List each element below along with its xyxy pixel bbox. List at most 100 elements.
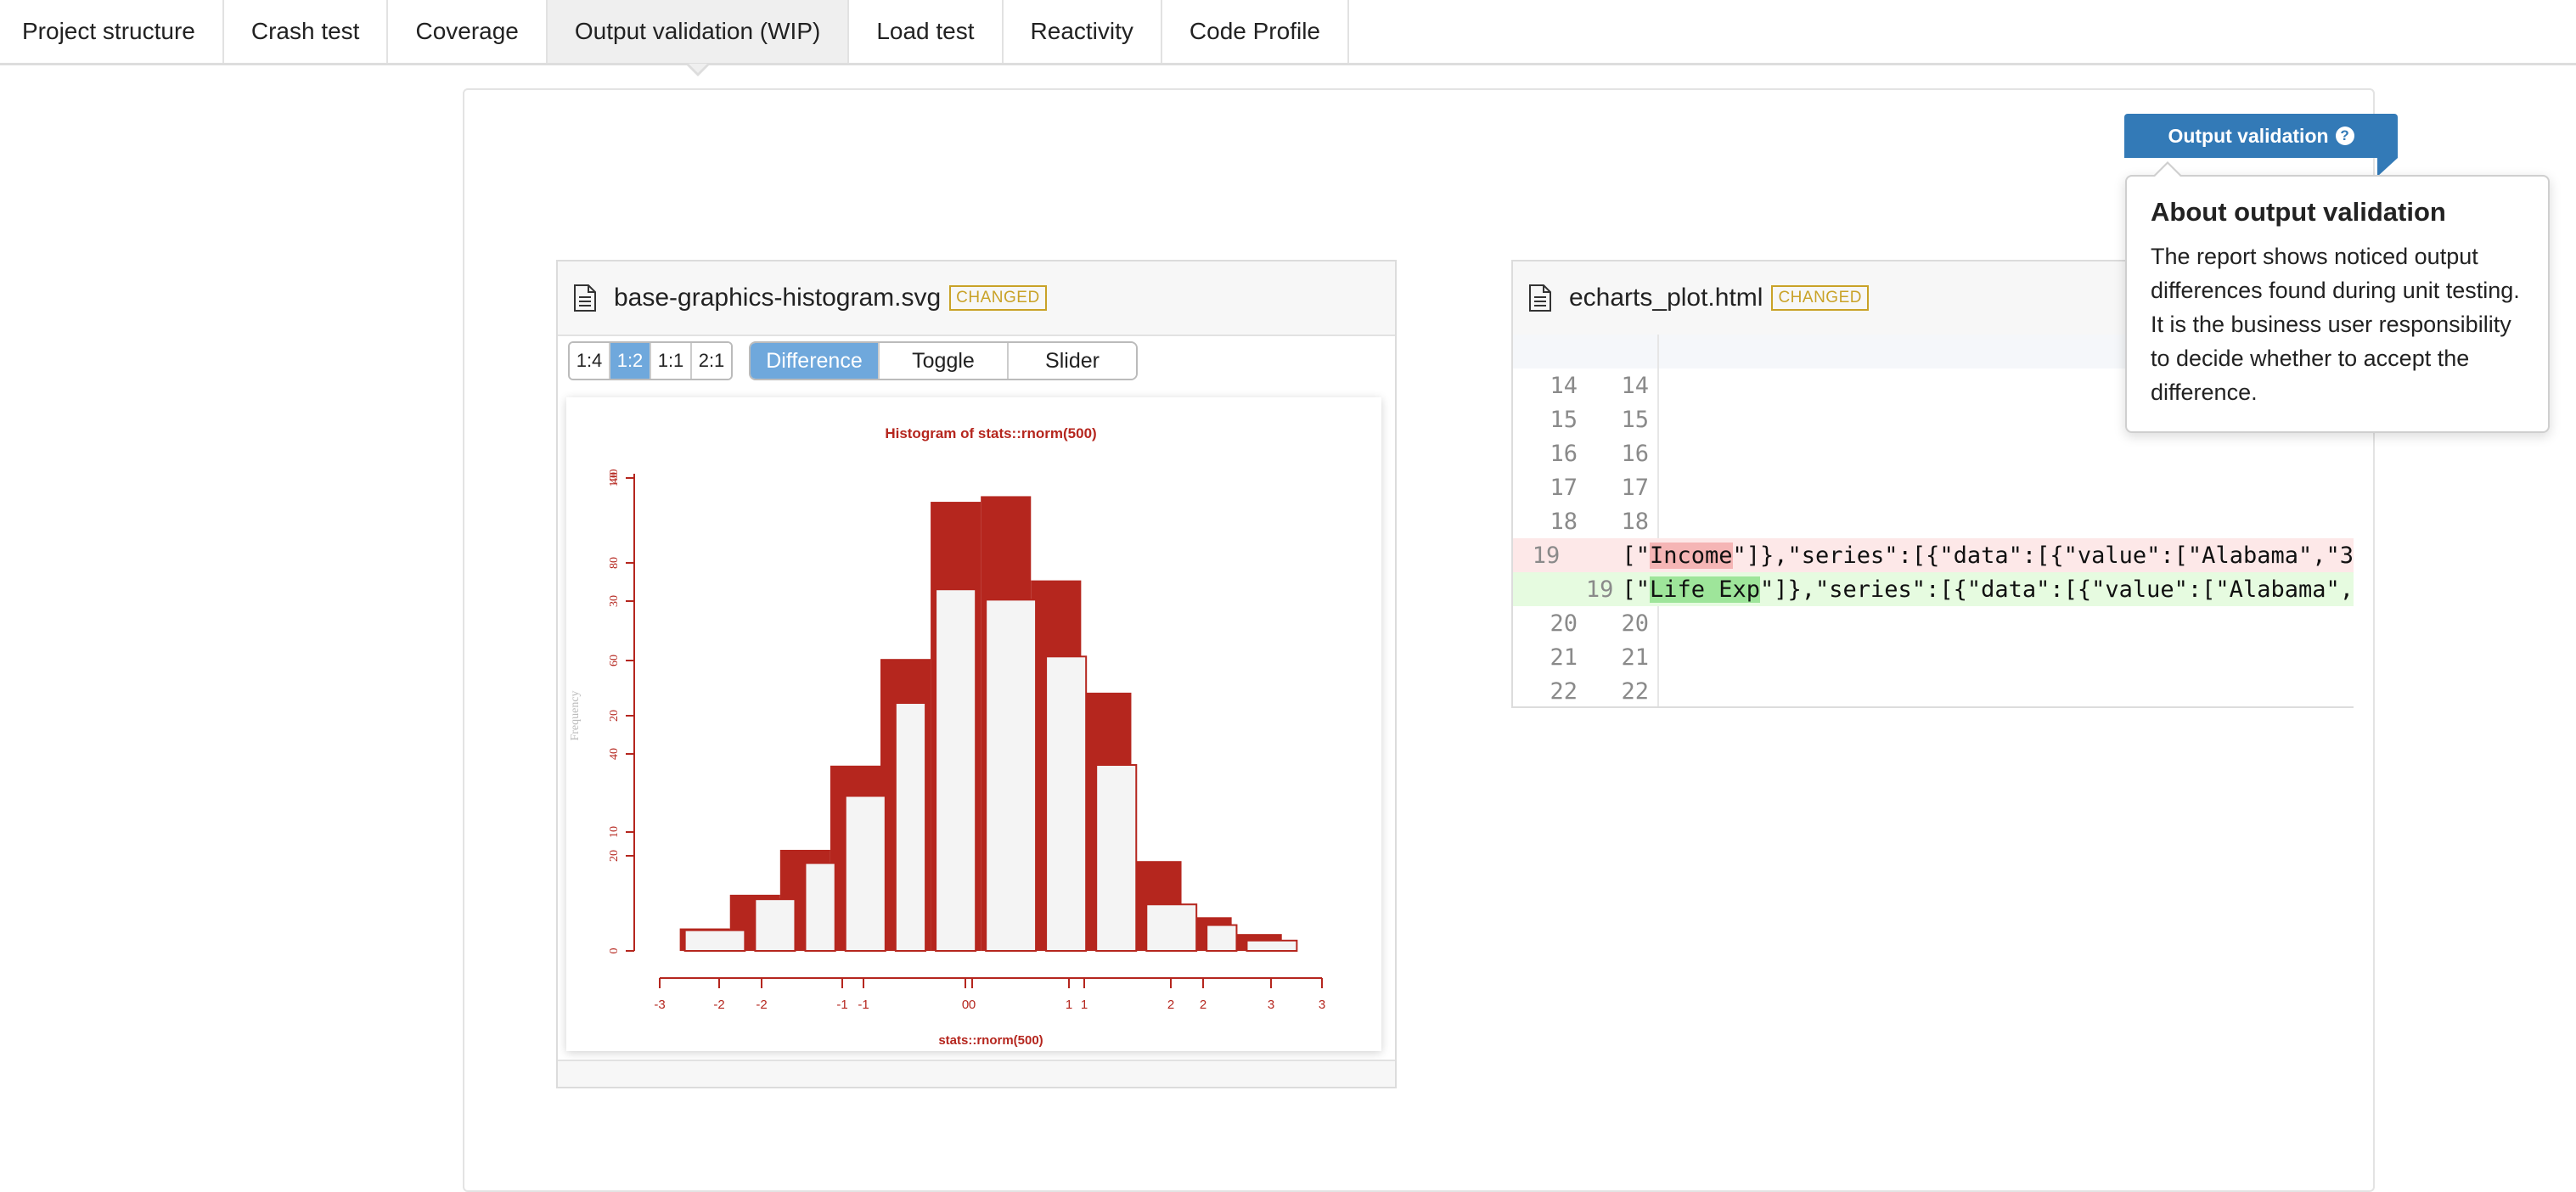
x-tick-label: -2 xyxy=(756,998,767,1012)
svg-card-footer xyxy=(558,1060,1395,1087)
code-text: ["Life Exp"]},"series":[{"data":[{"value… xyxy=(1622,576,2354,603)
y-tick-label: 0 xyxy=(608,948,621,954)
tab-code-profile[interactable]: Code Profile xyxy=(1162,0,1349,63)
mode-slider-button[interactable]: Slider xyxy=(1009,343,1136,379)
x-tick-label: -2 xyxy=(713,998,724,1012)
old-line-number: 20 xyxy=(1550,610,1578,637)
x-tick-label: -1 xyxy=(858,998,869,1012)
popover-body: The report shows noticed output differen… xyxy=(2151,244,2520,405)
diff-line: 17 17 xyxy=(1513,470,2354,504)
histogram-bar xyxy=(683,929,746,952)
about-popover: About output validation The report shows… xyxy=(2125,175,2550,433)
y-tick-label: 20 xyxy=(608,850,621,862)
y-tick-label: 20 xyxy=(608,710,621,722)
zoom-button[interactable]: 1:4 xyxy=(570,343,610,379)
x-tick-label: -3 xyxy=(654,998,665,1012)
y-tick-label: 40 xyxy=(608,748,621,760)
output-validation-button[interactable]: Output validation ? xyxy=(2124,114,2398,158)
zoom-button[interactable]: 1:1 xyxy=(651,343,692,379)
file-icon xyxy=(574,284,596,312)
diff-line: 21 21 xyxy=(1513,640,2354,674)
changed-token: Income xyxy=(1649,542,1733,569)
x-tick-label: 1 xyxy=(1066,998,1072,1012)
ribbon-tail xyxy=(2377,158,2398,177)
diff-line: 18 18 xyxy=(1513,504,2354,538)
histogram-bar xyxy=(1206,924,1238,952)
tab-reactivity[interactable]: Reactivity xyxy=(1004,0,1162,63)
x-tick-label: 0 xyxy=(969,998,976,1012)
tab-load-test[interactable]: Load test xyxy=(849,0,1004,63)
x-tick-label: -1 xyxy=(836,998,847,1012)
new-line-number: 17 xyxy=(1621,474,1649,501)
y-tick-label: 80 xyxy=(608,557,621,569)
histogram-bar xyxy=(935,588,977,952)
code-text: ["Income"]},"series":[{"data":[{"value":… xyxy=(1622,542,2354,569)
code-segment: "]},"series":[{"data":[{"value":["Alabam… xyxy=(1732,542,2354,569)
tab-project-structure[interactable]: Project structure xyxy=(0,0,224,63)
changed-badge: CHANGED xyxy=(949,285,1047,311)
y-tick-label: 40 xyxy=(608,472,621,484)
diff-line: 19 ["Life Exp"]},"series":[{"data":[{"val… xyxy=(1513,572,2354,606)
new-line-number: 21 xyxy=(1621,644,1649,671)
histogram-bar xyxy=(1095,764,1138,952)
y-axis-label: Frequency xyxy=(569,690,582,740)
new-line-number: 20 xyxy=(1621,610,1649,637)
output-validation-label: Output validation xyxy=(2168,124,2329,147)
tab-coverage[interactable]: Coverage xyxy=(388,0,548,63)
svg-file-header: base-graphics-histogram.svg CHANGED xyxy=(558,261,1395,336)
view-mode-selector: Difference Toggle Slider xyxy=(749,341,1138,380)
changed-badge: CHANGED xyxy=(1771,285,1869,311)
x-tick-label: 2 xyxy=(1200,998,1206,1012)
new-line-number: 14 xyxy=(1621,372,1649,399)
zoom-button[interactable]: 1:2 xyxy=(610,343,651,379)
changed-token: Life Exp xyxy=(1649,576,1760,603)
x-axis-label: stats::rnorm(500) xyxy=(938,1033,1043,1048)
popover-title: About output validation xyxy=(2151,197,2446,227)
file-icon xyxy=(1529,284,1551,312)
y-tick-label: 60 xyxy=(608,655,621,666)
new-line-number: 16 xyxy=(1621,440,1649,467)
tab-bar: Project structure Crash test Coverage Outpu… xyxy=(0,0,2576,76)
old-line-number: 21 xyxy=(1550,644,1578,671)
help-icon[interactable]: ? xyxy=(2335,127,2354,145)
file-name: echarts_plot.html xyxy=(1569,284,1763,312)
code-segment: [" xyxy=(1622,576,1650,603)
tab-output-validation-wip[interactable]: Output validation (WIP) xyxy=(547,0,850,76)
old-line-number: 14 xyxy=(1550,372,1578,399)
y-tick-label: 30 xyxy=(608,595,621,607)
y-tick-label: 10 xyxy=(608,826,621,838)
histogram-bar xyxy=(1145,903,1198,952)
code-segment: "]},"series":[{"data":[{"value":["Alabam… xyxy=(1760,576,2354,603)
histogram-bar xyxy=(754,898,796,952)
new-line-number: 19 xyxy=(1585,576,1614,603)
svg-file-card: base-graphics-histogram.svg CHANGED 1:4 1… xyxy=(556,260,1397,1088)
tab-crash-test[interactable]: Crash test xyxy=(224,0,389,63)
histogram-chart-frame: -3 -2 -2 -1 -1 0 0 1 1 2 2 3 3 0 20 40 60 80 100 10 20 30 40 Hi… xyxy=(566,397,1381,1051)
zoom-selector: 1:4 1:2 1:1 2:1 xyxy=(568,341,733,380)
histogram-bar xyxy=(1246,939,1298,952)
diff-line: 20 20 xyxy=(1513,606,2354,640)
histogram-bar xyxy=(985,599,1038,952)
old-line-number: 17 xyxy=(1550,474,1578,501)
diff-line: 16 16 xyxy=(1513,436,2354,470)
mode-difference-button[interactable]: Difference xyxy=(751,343,880,379)
new-line-number: 18 xyxy=(1621,508,1649,535)
diff-line: 22 22 xyxy=(1513,674,2354,706)
code-segment: [" xyxy=(1622,542,1650,569)
histogram-bar xyxy=(894,702,927,952)
new-line-number: 15 xyxy=(1621,406,1649,433)
histogram-bar xyxy=(1045,655,1088,952)
chart-title: Histogram of stats::rnorm(500) xyxy=(885,425,1096,441)
new-line-number: 22 xyxy=(1621,678,1649,705)
mode-toggle-button[interactable]: Toggle xyxy=(880,343,1009,379)
old-line-number: 15 xyxy=(1550,406,1578,433)
old-line-number: 18 xyxy=(1550,508,1578,535)
x-tick-label: 3 xyxy=(1268,998,1274,1012)
old-line-number: 16 xyxy=(1550,440,1578,467)
x-tick-label: 2 xyxy=(1167,998,1174,1012)
old-line-number: 22 xyxy=(1550,678,1578,705)
histogram-bar xyxy=(844,795,886,952)
diff-line: 19 ["Income"]},"series":[{"data":[{"value… xyxy=(1513,538,2354,572)
x-tick-label: 3 xyxy=(1319,998,1325,1012)
zoom-button[interactable]: 2:1 xyxy=(692,343,731,379)
